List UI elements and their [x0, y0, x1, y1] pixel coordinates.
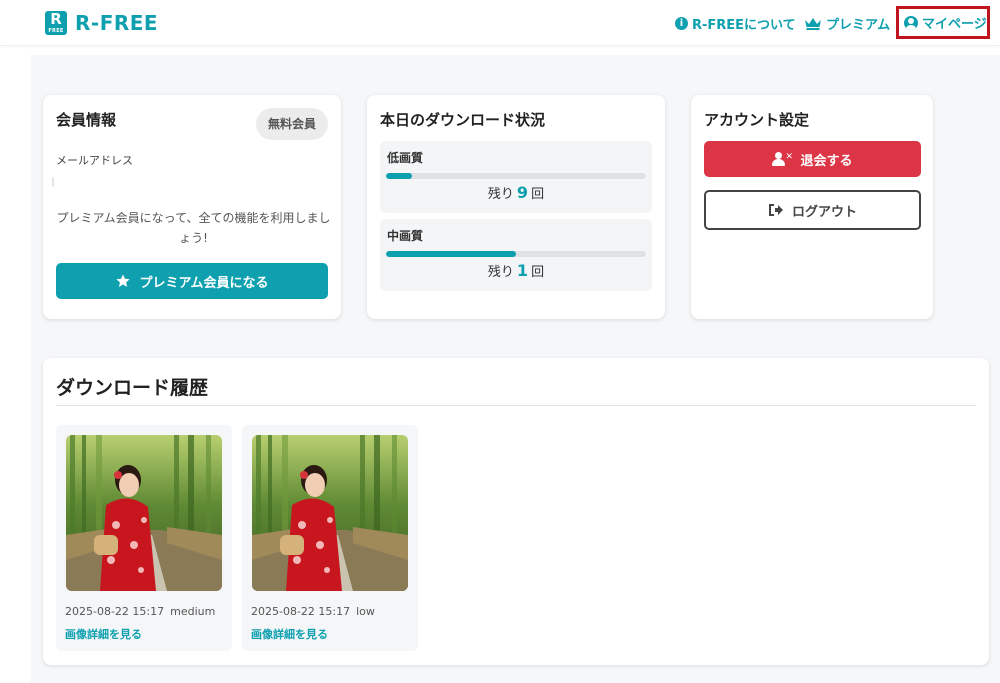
- low-quality-remaining: 残り 9 回: [380, 183, 652, 202]
- history-item: 2025-08-22 15:17 low 画像詳細を見る: [242, 425, 418, 651]
- user-remove-icon: ✕: [772, 152, 793, 166]
- remaining-prefix: 残り: [487, 265, 514, 280]
- become-premium-label: プレミアム会員になる: [139, 275, 269, 291]
- email-label: メールアドレス: [56, 154, 133, 167]
- nav-premium-label: プレミアム: [826, 17, 891, 33]
- history-date: 2025-08-22 15:17: [65, 605, 165, 618]
- history-meta: 2025-08-22 15:17 medium: [65, 605, 215, 618]
- star-icon: [116, 274, 131, 287]
- sign-out-icon: [768, 204, 783, 216]
- history-quality: medium: [170, 605, 216, 618]
- remaining-suffix: 回: [531, 187, 545, 202]
- remaining-suffix: 回: [531, 265, 545, 280]
- download-history-card: ダウンロード履歴 2025-08-22 15:17 medium 画像詳細を見る…: [43, 358, 989, 665]
- crown-icon: [805, 17, 821, 30]
- medium-quality-remaining: 残り 1 回: [380, 261, 652, 280]
- withdraw-label: 退会する: [800, 153, 853, 169]
- withdraw-button[interactable]: ✕ 退会する: [704, 141, 921, 177]
- view-image-detail-link[interactable]: 画像詳細を見る: [65, 626, 142, 642]
- email-value: [52, 177, 54, 187]
- medium-quality-progress-bar: [386, 251, 646, 257]
- history-date: 2025-08-22 15:17: [251, 605, 351, 618]
- medium-quality-remaining-count: 1: [516, 261, 529, 280]
- user-circle-icon: [904, 15, 918, 30]
- history-item: 2025-08-22 15:17 medium 画像詳細を見る: [56, 425, 232, 651]
- membership-status-badge: 無料会員: [256, 108, 328, 140]
- low-quality-remaining-count: 9: [516, 183, 529, 202]
- logout-label: ログアウト: [791, 204, 857, 220]
- logo-badge-icon: R FREE: [45, 11, 67, 35]
- logo-badge-small-text: FREE: [48, 28, 64, 34]
- medium-quality-progress-fill: [386, 251, 516, 257]
- low-quality-label: 低画質: [387, 151, 424, 165]
- low-quality-quota: 低画質 残り 9 回: [380, 141, 652, 213]
- site-header: R FREE R-FREE i R-FREEについて プレミアム マイページ: [0, 0, 1000, 46]
- history-meta: 2025-08-22 15:17 low: [251, 605, 375, 618]
- info-circle-icon: i: [675, 16, 688, 30]
- medium-quality-quota: 中画質 残り 1 回: [380, 219, 652, 291]
- download-status-title: 本日のダウンロード状況: [380, 111, 546, 129]
- divider: [56, 405, 976, 406]
- account-settings-card: アカウント設定 ✕ 退会する ログアウト: [691, 95, 933, 319]
- nav-about-link[interactable]: i R-FREEについて: [675, 0, 796, 46]
- history-quality: low: [356, 605, 375, 618]
- history-thumbnail[interactable]: [66, 435, 222, 591]
- download-status-card: 本日のダウンロード状況 低画質 残り 9 回 中画質 残り 1 回: [367, 95, 665, 319]
- photo-woman-kimono-bamboo-image: [252, 435, 408, 591]
- history-thumbnail[interactable]: [252, 435, 408, 591]
- become-premium-button[interactable]: プレミアム会員になる: [56, 263, 328, 299]
- member-info-title: 会員情報: [56, 111, 117, 129]
- medium-quality-label: 中画質: [387, 229, 424, 243]
- nav-mypage-link[interactable]: マイページ: [896, 6, 990, 39]
- remaining-prefix: 残り: [487, 187, 514, 202]
- account-settings-title: アカウント設定: [704, 111, 810, 129]
- nav-about-label: R-FREEについて: [692, 17, 796, 33]
- logo-text: R-FREE: [75, 11, 159, 35]
- nav-mypage-label: マイページ: [922, 17, 987, 32]
- photo-woman-kimono-bamboo-image: [66, 435, 222, 591]
- premium-promo-text: プレミアム会員になって、全ての機能を利用しましょう!: [56, 211, 331, 245]
- nav-premium-link[interactable]: プレミアム: [804, 0, 890, 46]
- logo-badge-letter: R: [50, 10, 62, 28]
- member-info-card: 会員情報 無料会員 メールアドレス プレミアム会員になって、全ての機能を利用しま…: [43, 95, 341, 319]
- low-quality-progress-bar: [386, 173, 646, 179]
- logo[interactable]: R FREE R-FREE: [45, 11, 158, 35]
- download-history-title: ダウンロード履歴: [56, 377, 209, 399]
- view-image-detail-link[interactable]: 画像詳細を見る: [251, 626, 328, 642]
- low-quality-progress-fill: [386, 173, 412, 179]
- logout-button[interactable]: ログアウト: [704, 190, 921, 230]
